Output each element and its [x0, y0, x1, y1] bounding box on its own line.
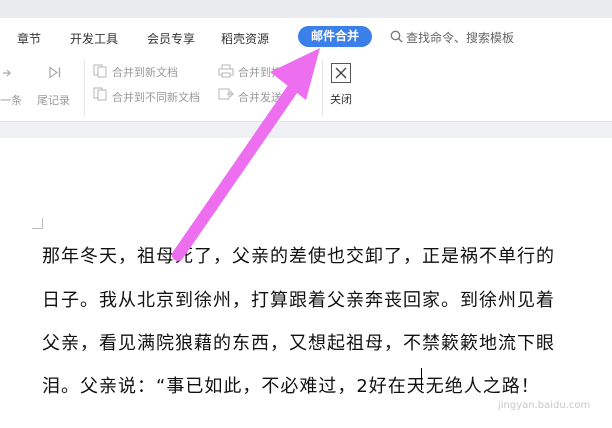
watermark: jingyan.baidu.com	[498, 400, 591, 411]
annotation-arrow	[172, 48, 320, 261]
